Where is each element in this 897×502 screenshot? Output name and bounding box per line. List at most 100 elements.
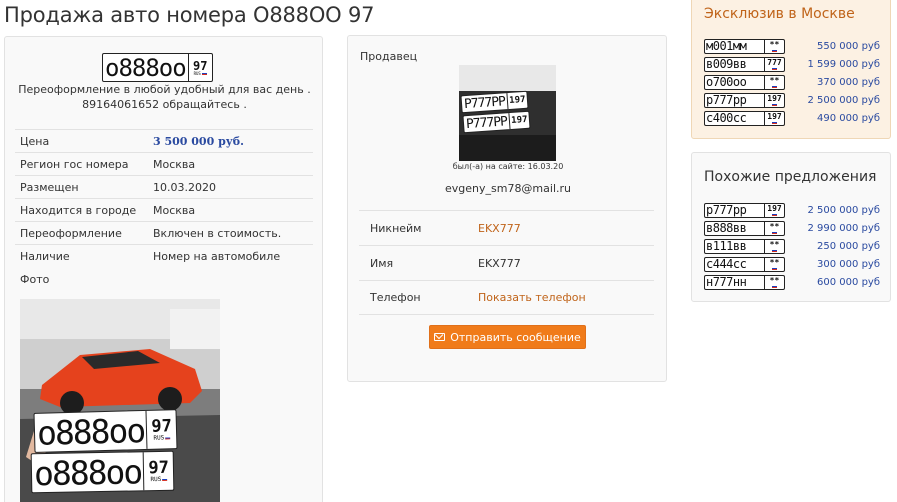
license-plate: о888оо 97 RUS [102,53,213,82]
listing-photo[interactable]: о888оо 97 RUS о888оо 97 RUS [20,299,220,502]
seller-panel: Продавец Р777РР 197 Р777РР 197 был(-а) н… [347,35,667,382]
listing-panel: о888оо 97 RUS Переоформление в любой удо… [4,36,323,502]
plate-region: 197 [764,111,784,125]
photo-plate-bottom: о888оо 97 RUS [30,450,175,494]
detail-row-transfer: Переоформление Включен в стоимость. [15,221,313,244]
plate-region-code: ** [769,221,780,231]
detail-row-city: Находится в городе Москва [15,198,313,221]
page-title: Продажа авто номера О888ОО 97 [4,3,375,27]
offer-price-link[interactable]: 1 599 000 руб [807,59,880,70]
offer-item[interactable]: в009вв 777 1 599 000 руб [704,55,880,73]
plate-number: о888оо [105,53,187,82]
detail-row-price: Цена 3 500 000 руб. [15,129,313,152]
offer-item[interactable]: с400сс 197 490 000 руб [704,109,880,127]
russia-flag-icon [162,477,168,481]
similar-panel: Похожие предложения р777рр 197 2 500 000 р… [691,152,891,302]
detail-label: Размещен [20,180,79,194]
offer-item[interactable]: в888вв ** 2 990 000 руб [704,219,880,237]
plate-number: в888вв [706,221,747,235]
offer-price-link[interactable]: 600 000 руб [817,277,880,288]
russia-flag-icon [201,72,207,75]
offer-price-link[interactable]: 2 500 000 руб [807,95,880,106]
seller-field-label: Имя [370,256,394,270]
seller-avatar[interactable]: Р777РР 197 Р777РР 197 [459,65,556,161]
offer-price-link[interactable]: 370 000 руб [817,77,880,88]
plate-region: ** [764,221,784,235]
plate-region-code: ** [769,39,780,49]
offer-item[interactable]: с444сс ** 300 000 руб [704,255,880,273]
listing-contact-note: 89164061652 обращайтесь . [82,98,247,111]
offer-item[interactable]: о700оо ** 370 000 руб [704,73,880,91]
offer-plate[interactable]: в111вв ** [704,238,785,254]
offer-item[interactable]: н777нн ** 600 000 руб [704,273,880,291]
plate-region: ** [764,39,784,53]
offer-plate[interactable]: с444сс ** [704,256,785,272]
offer-plate[interactable]: в888вв ** [704,220,785,236]
offer-price-link[interactable]: 2 990 000 руб [807,223,880,234]
plate-region-code: ** [769,75,780,85]
offer-item[interactable]: р777рр 197 2 500 000 руб [704,91,880,109]
plate-number: с400сс [706,111,747,125]
plate-region: ** [764,257,784,271]
plate-country-code: RUS [153,433,165,442]
detail-row-region: Регион гос номера Москва [15,152,313,175]
plate-region: ** [764,239,784,253]
offer-plate[interactable]: с400сс 197 [704,110,785,126]
russia-flag-icon [772,120,777,124]
last-seen: был(-а) на сайте: 16.03.20 [452,162,564,171]
plate-region: 97 RUS [145,410,177,449]
plate-region-code: 197 [508,94,526,106]
plate-region: 97 RUS [142,451,174,491]
plate-country [772,266,777,270]
russia-flag-icon [772,84,777,88]
plate-region: ** [764,275,784,289]
offer-plate[interactable]: р777рр 197 [704,92,785,108]
offer-price-link[interactable]: 2 500 000 руб [807,205,880,216]
plate-country [772,66,777,70]
detail-value: 10.03.2020 [153,180,216,194]
russia-flag-icon [772,212,777,216]
photo-plate-top: о888оо 97 RUS [33,409,178,453]
plate-region-code: 777 [767,57,782,67]
seller-row-name: Имя EKX777 [359,245,654,280]
send-message-button[interactable]: Отправить сообщение [429,325,586,349]
russia-flag-icon [165,436,171,440]
similar-list: р777рр 197 2 500 000 руб в888вв ** 2 990 000 … [704,201,880,291]
show-phone-link[interactable]: Показать телефон [478,291,586,304]
send-message-label: Отправить сообщение [450,330,581,344]
exclusive-panel: Эксклюзив в Москве м001мм ** 550 000 руб в0… [691,0,891,139]
seller-nickname-link[interactable]: EKX777 [478,222,521,235]
offer-plate[interactable]: в009вв 777 [704,56,785,72]
plate-region-code: 97 [148,457,170,478]
offer-item[interactable]: в111вв ** 250 000 руб [704,237,880,255]
detail-label: Наличие [20,249,70,263]
plate-country-code: RUS [150,475,162,483]
plate-region: 197 [764,203,784,217]
offer-plate[interactable]: м001мм ** [704,38,785,54]
seller-info-table: Никнейм EKX777 Имя EKX777 Телефон Показа… [359,210,654,315]
plate-country [772,48,777,52]
offer-plate[interactable]: р777рр 197 [704,202,785,218]
offer-item[interactable]: м001мм ** 550 000 руб [704,37,880,55]
listing-description: Переоформление в любой удобный для вас д… [18,83,311,96]
russia-flag-icon [772,266,777,270]
plate-country [772,102,777,106]
plate-region-code: 197 [767,93,782,103]
offer-price-link[interactable]: 550 000 руб [817,41,880,52]
exclusive-list: м001мм ** 550 000 руб в009вв 777 1 599 000 ру… [704,37,880,127]
plate-region-code: 97 [192,58,208,73]
detail-row-posted: Размещен 10.03.2020 [15,175,313,198]
plate-number: Р777РР [465,113,508,132]
detail-value: Москва [153,157,196,171]
similar-title: Похожие предложения [704,169,877,185]
offer-price-link[interactable]: 250 000 руб [817,241,880,252]
plate-region: 197 [506,91,528,110]
plate-region-code: ** [769,257,780,267]
offer-item[interactable]: р777рр 197 2 500 000 руб [704,201,880,219]
plate-country [772,212,777,216]
offer-price-link[interactable]: 490 000 руб [817,113,880,124]
offer-plate[interactable]: о700оо ** [704,74,785,90]
offer-price-link[interactable]: 300 000 руб [817,259,880,270]
offer-plate[interactable]: н777нн ** [704,274,785,290]
russia-flag-icon [772,230,777,234]
